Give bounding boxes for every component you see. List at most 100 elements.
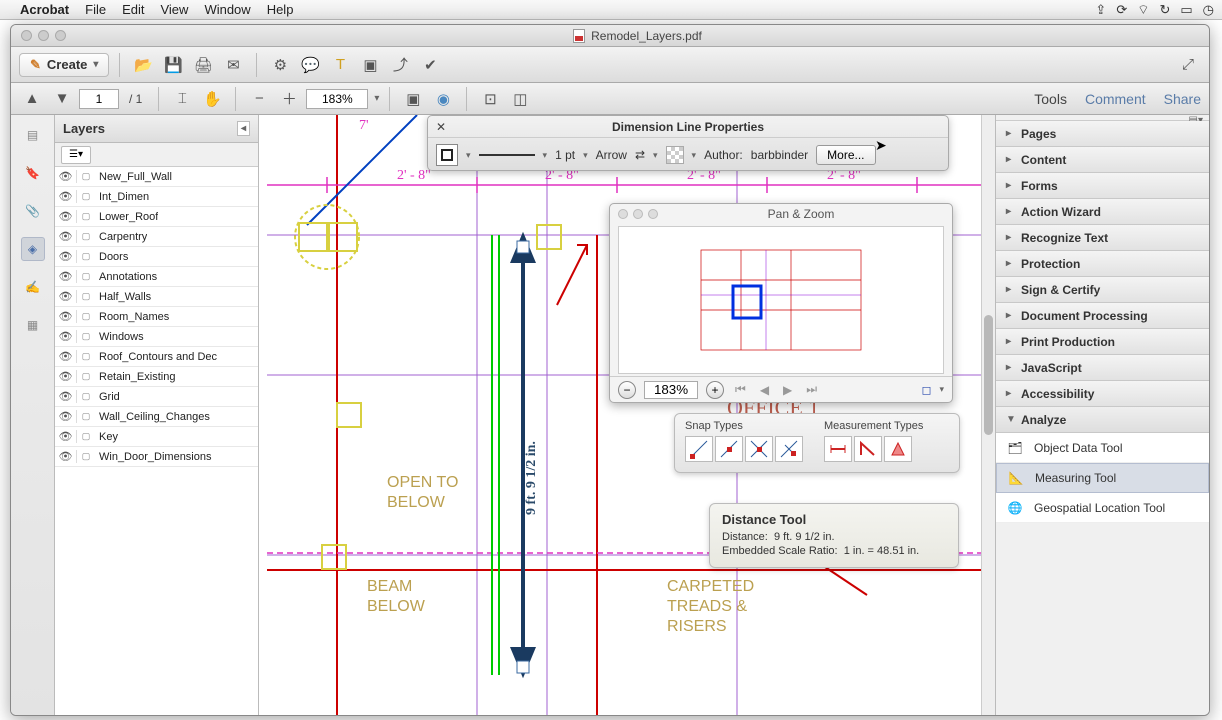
zoom-dropdown[interactable]: ▾ <box>374 93 379 104</box>
zoom-level-input[interactable] <box>306 89 368 109</box>
zoom-out-button[interactable]: − <box>246 86 272 112</box>
line-style-preview[interactable] <box>479 154 535 156</box>
read-mode-button[interactable]: ◉ <box>430 86 456 112</box>
crop-button[interactable]: ◫ <box>507 86 533 112</box>
layer-row[interactable]: 👁▢Windows <box>55 327 258 347</box>
content-icon[interactable]: ▦ <box>21 313 45 337</box>
eye-icon[interactable]: 👁 <box>55 390 77 403</box>
menu-file[interactable]: File <box>85 2 106 17</box>
layer-row[interactable]: 👁▢Roof_Contours and Dec <box>55 347 258 367</box>
layer-row[interactable]: 👁▢Key <box>55 427 258 447</box>
close-window-button[interactable] <box>21 30 32 41</box>
layer-row[interactable]: 👁▢Int_Dimen <box>55 187 258 207</box>
comment-bubble-button[interactable]: 💬 <box>297 52 323 78</box>
page-up-button[interactable]: ▲ <box>19 86 45 112</box>
menu-view[interactable]: View <box>160 2 188 17</box>
eye-icon[interactable]: 👁 <box>55 430 77 443</box>
thumbnails-icon[interactable]: ▤ <box>21 123 45 147</box>
layer-row[interactable]: 👁▢New_Full_Wall <box>55 167 258 187</box>
pz-zoom-input[interactable] <box>644 381 698 399</box>
pz-zoom-in-button[interactable]: + <box>706 381 724 399</box>
pz-prev-button[interactable]: ◀ <box>757 383 772 397</box>
layer-row[interactable]: 👁▢Doors <box>55 247 258 267</box>
open-button[interactable]: 📂 <box>130 52 156 78</box>
snap-midpoint-button[interactable] <box>715 436 743 462</box>
close-icon[interactable]: ✕ <box>436 120 446 134</box>
eye-icon[interactable]: 👁 <box>55 350 77 363</box>
page-down-button[interactable]: ▼ <box>49 86 75 112</box>
layers-icon[interactable]: ◈ <box>21 237 45 261</box>
pan-zoom-window[interactable]: Pan & Zoom − + <box>609 203 953 403</box>
sign-button[interactable]: ✔ <box>417 52 443 78</box>
vertical-scrollbar[interactable] <box>981 115 995 715</box>
signatures-icon[interactable]: ✍ <box>21 275 45 299</box>
pan-zoom-preview[interactable] <box>618 226 944 374</box>
minimize-window-button[interactable] <box>38 30 49 41</box>
pz-last-button[interactable]: ⏭ <box>803 382 820 397</box>
section-action-wizard[interactable]: ▸Action Wizard <box>996 199 1209 225</box>
hand-tool-button[interactable]: ✋ <box>199 86 225 112</box>
pz-zoom-out-button[interactable]: − <box>618 381 636 399</box>
stamp-button[interactable]: ▣ <box>357 52 383 78</box>
menubar-app[interactable]: Acrobat <box>20 2 69 17</box>
create-button[interactable]: ✎ Create ▾ <box>19 53 109 77</box>
zoom-in-button[interactable]: ＋ <box>276 86 302 112</box>
menu-edit[interactable]: Edit <box>122 2 144 17</box>
section-content[interactable]: ▸Content <box>996 147 1209 173</box>
layer-row[interactable]: 👁▢Win_Door_Dimensions <box>55 447 258 467</box>
section-recognize-text[interactable]: ▸Recognize Text <box>996 225 1209 251</box>
menu-window[interactable]: Window <box>204 2 250 17</box>
print-button[interactable]: 🖨 <box>190 52 216 78</box>
bookmark-icon[interactable]: 🔖 <box>21 161 45 185</box>
tray-sync-icon[interactable]: ⟳ <box>1116 2 1127 18</box>
snap-endpoint-button[interactable] <box>685 436 713 462</box>
layer-row[interactable]: 👁▢Retain_Existing <box>55 367 258 387</box>
object-data-tool[interactable]: 🗂Object Data Tool <box>996 433 1209 463</box>
section-pages[interactable]: ▸Pages <box>996 121 1209 147</box>
section-accessibility[interactable]: ▸Accessibility <box>996 381 1209 407</box>
tools-panel-link[interactable]: Tools <box>1034 91 1067 107</box>
color-swatch[interactable] <box>436 144 458 166</box>
share-panel-link[interactable]: Share <box>1164 91 1201 107</box>
eye-icon[interactable]: 👁 <box>55 330 77 343</box>
menu-help[interactable]: Help <box>267 2 294 17</box>
eye-icon[interactable]: 👁 <box>55 410 77 423</box>
section-analyze[interactable]: ▼Analyze <box>996 407 1209 433</box>
highlight-button[interactable]: T <box>327 52 353 78</box>
settings-button[interactable]: ⚙ <box>267 52 293 78</box>
eye-icon[interactable]: 👁 <box>55 230 77 243</box>
layer-row[interactable]: 👁▢Grid <box>55 387 258 407</box>
tray-dropbox-icon[interactable]: ⇪ <box>1095 2 1106 18</box>
stroke-weight[interactable]: 1 pt <box>555 148 575 162</box>
layer-row[interactable]: 👁▢Carpentry <box>55 227 258 247</box>
eye-icon[interactable]: 👁 <box>55 250 77 263</box>
select-tool-button[interactable]: ⌶ <box>169 86 195 112</box>
rotate-button[interactable]: ⊡ <box>477 86 503 112</box>
section-document-processing[interactable]: ▸Document Processing <box>996 303 1209 329</box>
arrow-direction-icon[interactable]: ⇄ <box>635 148 645 162</box>
layer-row[interactable]: 👁▢Room_Names <box>55 307 258 327</box>
pz-next-button[interactable]: ▶ <box>780 383 795 397</box>
tray-display-icon[interactable]: ▭ <box>1180 2 1192 18</box>
eye-icon[interactable]: 👁 <box>55 310 77 323</box>
pz-region-icon[interactable]: ◻ <box>922 383 932 397</box>
pz-first-button[interactable]: ⏮ <box>732 382 749 397</box>
eye-icon[interactable]: 👁 <box>55 170 77 183</box>
section-javascript[interactable]: ▸JavaScript <box>996 355 1209 381</box>
layers-options-button[interactable]: ☰▾ <box>61 146 91 164</box>
geospatial-location-tool[interactable]: 🌐Geospatial Location Tool <box>996 493 1209 523</box>
eye-icon[interactable]: 👁 <box>55 370 77 383</box>
section-print-production[interactable]: ▸Print Production <box>996 329 1209 355</box>
tray-refresh-icon[interactable]: ↻ <box>1159 2 1170 18</box>
comment-panel-link[interactable]: Comment <box>1085 91 1146 107</box>
layer-row[interactable]: 👁▢Lower_Roof <box>55 207 258 227</box>
eye-icon[interactable]: 👁 <box>55 270 77 283</box>
layer-row[interactable]: 👁▢Half_Walls <box>55 287 258 307</box>
fit-page-button[interactable]: ▣ <box>400 86 426 112</box>
line-end[interactable]: Arrow <box>596 148 627 162</box>
snap-measurement-palette[interactable]: Snap Types Measurement Types <box>674 413 960 473</box>
save-button[interactable]: 💾 <box>160 52 186 78</box>
collapse-layers-button[interactable]: ◂ <box>237 121 250 136</box>
document-canvas[interactable]: 7' 2' - 8" 2' - 8" 2' - 8" 2' - 8" 9 ft.… <box>259 115 995 715</box>
layer-row[interactable]: 👁▢Annotations <box>55 267 258 287</box>
